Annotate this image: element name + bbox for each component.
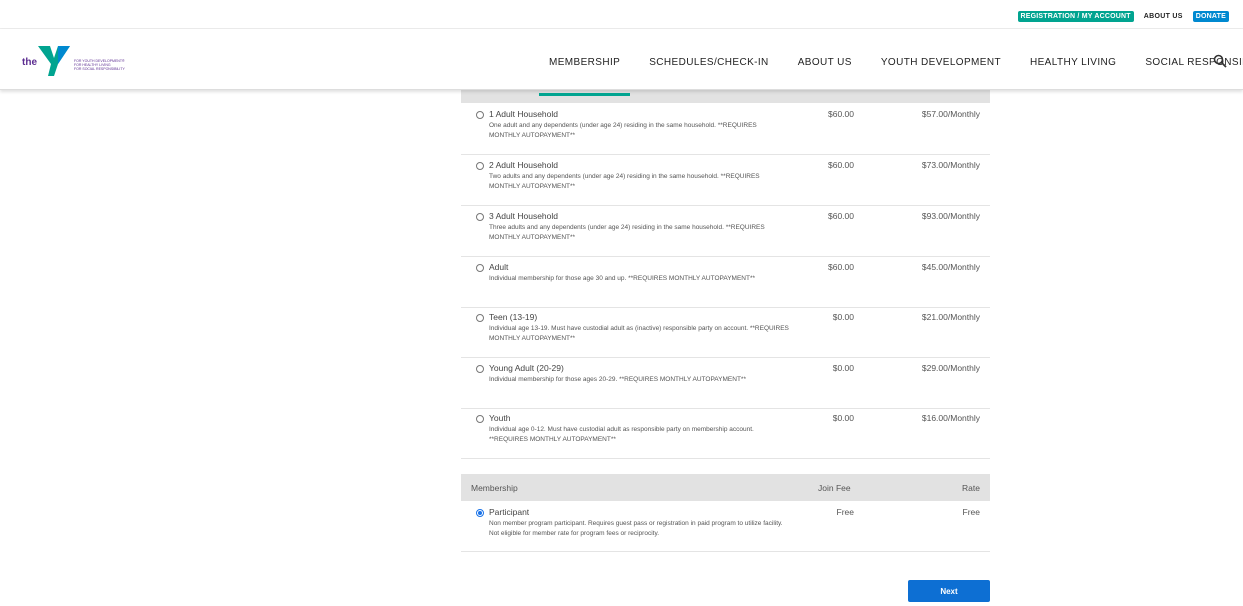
option-name: Young Adult (20-29) (489, 363, 564, 373)
radio-button[interactable] (476, 111, 484, 119)
option-rate: $21.00/Monthly (921, 312, 980, 322)
radio-button[interactable] (476, 264, 484, 272)
membership-option[interactable]: 2 Adult Household Two adults and any depe… (461, 154, 990, 206)
membership-option[interactable]: 1 Adult Household One adult and any depen… (461, 103, 990, 155)
radio-button[interactable] (476, 314, 484, 322)
site-header: the FOR YOUTH DEVELOPMENT® FOR HEALTHY L… (0, 29, 1243, 96)
registration-account-link[interactable]: REGISTRATION / MY ACCOUNT (1017, 11, 1134, 22)
option-rate: $73.00/Monthly (921, 160, 980, 170)
option-join-fee: $0.00 (832, 312, 854, 322)
option-rate: $57.00/Monthly (921, 109, 980, 119)
membership-option[interactable]: Youth Individual age 0-12. Must have cust… (461, 407, 990, 459)
col-membership-header: Membership (471, 483, 518, 493)
option-description: Individual age 0-12. Must have custodial… (489, 426, 754, 443)
membership-option[interactable]: Teen (13-19) Individual age 13-19. Must h… (461, 306, 990, 358)
nav-healthy-living[interactable]: HEALTHY LIVING (1030, 57, 1116, 68)
utility-links: REGISTRATION / MY ACCOUNT ABOUT US DONAT… (1017, 11, 1229, 22)
nav-youth-development[interactable]: YOUTH DEVELOPMENT (881, 57, 1001, 68)
membership-option-participant[interactable]: Participant Non member program participa… (461, 501, 990, 552)
option-join-fee: Free (836, 507, 854, 517)
search-icon[interactable] (1213, 54, 1227, 68)
option-name: Adult (489, 262, 509, 272)
nav-social-responsibility[interactable]: SOCIAL RESPONSIBILITY (1145, 57, 1243, 68)
membership-option[interactable]: Young Adult (20-29) Individual membership… (461, 357, 990, 409)
y-logo-icon (38, 46, 70, 76)
radio-button[interactable] (476, 365, 484, 373)
membership-option[interactable]: Adult Individual membership for those age… (461, 256, 990, 308)
next-button[interactable]: Next (908, 580, 990, 602)
option-rate: $16.00/Monthly (921, 413, 980, 423)
option-name: 3 Adult Household (489, 211, 558, 221)
option-description: Individual membership for those ages 20-… (489, 376, 746, 383)
option-join-fee: $0.00 (832, 363, 854, 373)
radio-button[interactable] (476, 213, 484, 221)
col-join-fee-header: Join Fee (818, 483, 851, 493)
option-description: One adult and any dependents (under age … (489, 122, 757, 139)
radio-button[interactable] (476, 162, 484, 170)
main-nav: MEMBERSHIP SCHEDULES/CHECK-IN ABOUT US Y… (538, 57, 1243, 96)
membership-option[interactable]: 3 Adult Household Three adults and any de… (461, 205, 990, 257)
utility-bar: REGISTRATION / MY ACCOUNT ABOUT US DONAT… (0, 0, 1243, 29)
logo-tagline: FOR YOUTH DEVELOPMENT® FOR HEALTHY LIVIN… (74, 59, 154, 71)
nav-schedules[interactable]: SCHEDULES/CHECK-IN (649, 57, 768, 68)
col-rate-header: Rate (962, 483, 980, 493)
option-rate: $93.00/Monthly (921, 211, 980, 221)
option-join-fee: $60.00 (828, 211, 854, 221)
logo-tagline-line: FOR SOCIAL RESPONSIBILITY (74, 67, 125, 71)
option-rate: $29.00/Monthly (921, 363, 980, 373)
option-name: 1 Adult Household (489, 109, 558, 119)
option-rate: Free (962, 507, 980, 517)
ymca-logo[interactable]: the FOR YOUTH DEVELOPMENT® FOR HEALTHY L… (22, 40, 152, 80)
nav-membership[interactable]: MEMBERSHIP (538, 57, 631, 96)
radio-button[interactable] (476, 415, 484, 423)
option-join-fee: $60.00 (828, 160, 854, 170)
option-join-fee: $60.00 (828, 109, 854, 119)
about-us-top-link[interactable]: ABOUT US (1144, 13, 1183, 20)
option-description: Three adults and any dependents (under a… (489, 224, 765, 241)
option-name: 2 Adult Household (489, 160, 558, 170)
donate-button[interactable]: DONATE (1192, 11, 1229, 22)
nav-about-us[interactable]: ABOUT US (798, 57, 852, 68)
option-name: Teen (13-19) (489, 312, 538, 322)
option-description: Two adults and any dependents (under age… (489, 173, 760, 190)
option-description: Individual age 13-19. Must have custodia… (489, 325, 789, 342)
radio-button[interactable] (476, 509, 484, 517)
option-join-fee: $60.00 (828, 262, 854, 272)
option-name: Youth (489, 413, 511, 423)
table2-header: Membership Join Fee Rate (461, 474, 990, 501)
option-name: Participant (489, 507, 530, 517)
option-description: Individual membership for those age 30 a… (489, 275, 756, 282)
option-join-fee: $0.00 (832, 413, 854, 423)
logo-the-text: the (22, 57, 37, 68)
option-rate: $45.00/Monthly (921, 262, 980, 272)
option-description: Non member program participant. Requires… (489, 520, 783, 537)
